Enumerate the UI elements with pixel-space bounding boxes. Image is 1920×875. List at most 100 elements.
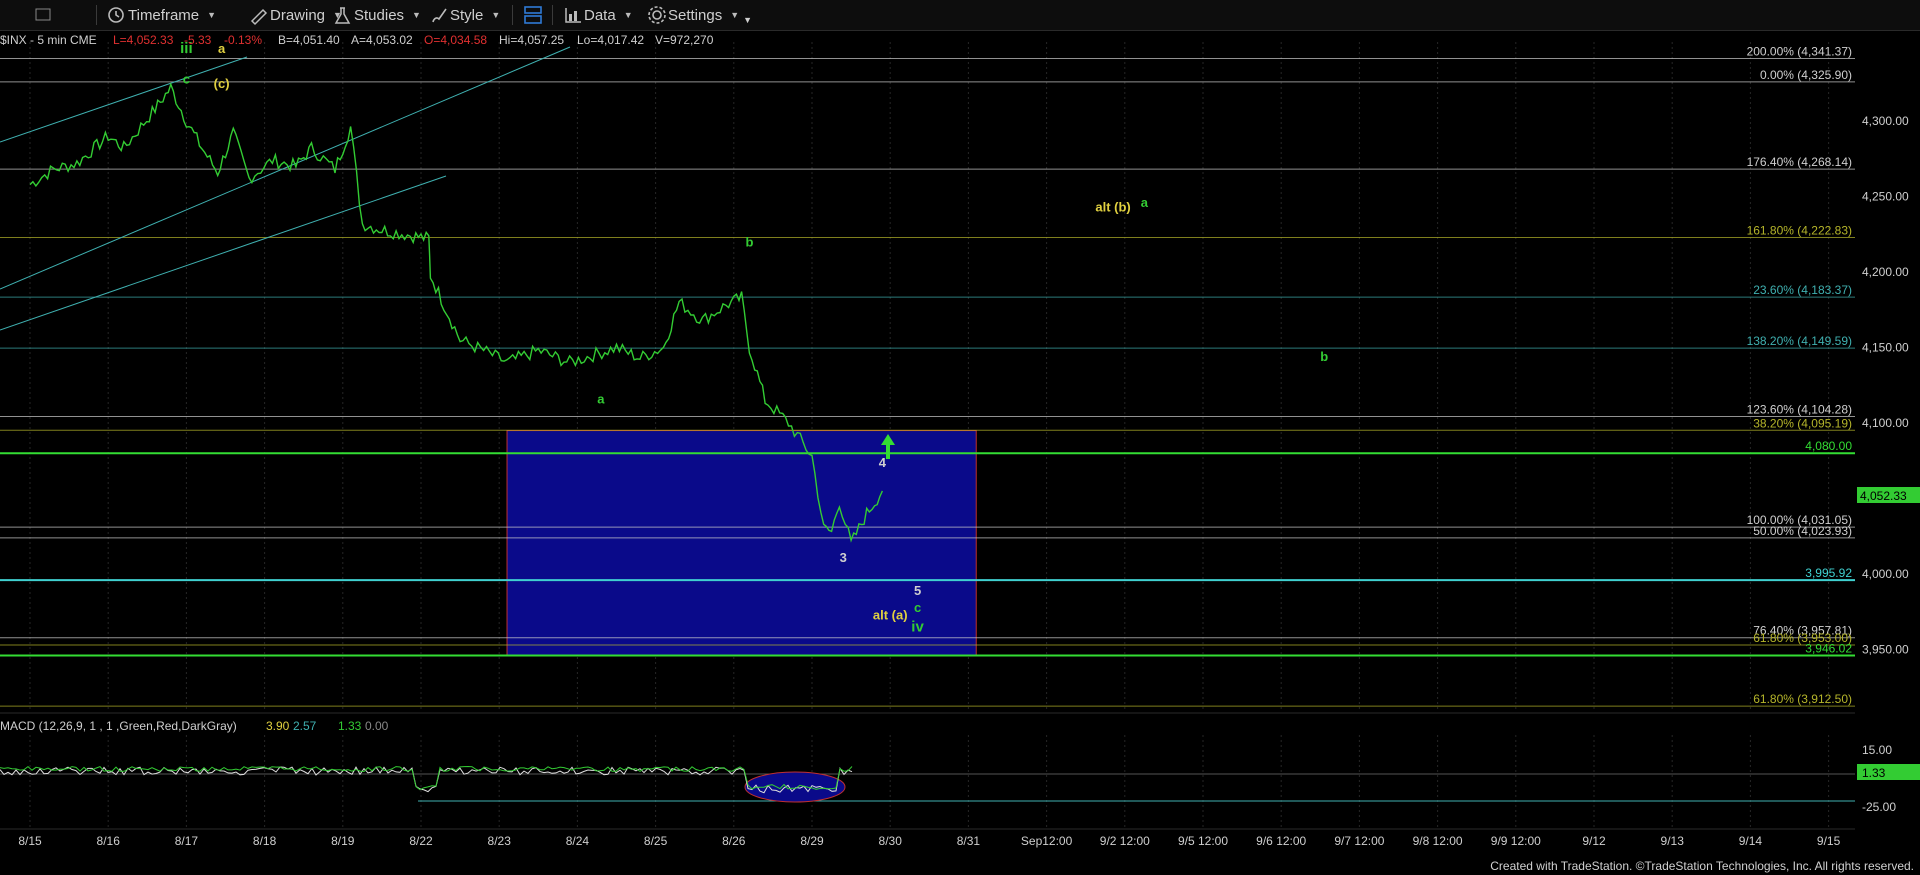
x-tick-label: 9/13 [1661,834,1685,848]
chevron-down-icon: ▼ [412,10,421,20]
pencil-icon [250,8,268,26]
chevron-down-icon: ▼ [207,10,217,20]
macd-value-4: 0.00 [365,719,389,733]
x-tick-label: 9/14 [1739,834,1763,848]
fib-label: 4,080.00 [1805,439,1852,453]
current-price-label: 4,052.33 [1860,489,1907,503]
volume-label: V=972,270 [655,33,714,47]
macd-value-1: 3.90 [266,719,290,733]
wave-label: b [745,234,753,249]
x-tick-label: 8/31 [957,834,981,848]
data-button[interactable]: Data ▼ [562,0,633,30]
x-tick-label: 9/6 12:00 [1256,834,1306,848]
gear-icon [648,6,666,24]
current-price-tag: 4,052.33 [1857,487,1920,503]
x-tick-label: 8/24 [566,834,590,848]
brush-icon [432,8,447,23]
data-label: Data [584,6,616,24]
fib-label: 161.80% (4,222.83) [1747,224,1852,238]
x-tick-label: 8/18 [253,834,277,848]
studies-button[interactable]: Studies ▼ [332,0,421,30]
change-pct-label: -0.13% [224,33,262,47]
bar-chart-icon [565,8,581,23]
wave-label: 4 [879,455,887,470]
fib-label: 138.20% (4,149.59) [1747,334,1852,348]
toolbar: Timeframe ▼ Drawing ▼ Studies ▼ Style ▼ Data… [0,0,1920,31]
fib-label: 200.00% (4,341.37) [1747,45,1852,59]
x-tick-label: 8/25 [644,834,668,848]
chevron-down-icon: ▼ [730,10,740,20]
x-tick-label: 8/29 [800,834,824,848]
y-tick-label: 3,950.00 [1862,643,1909,657]
x-tick-label: 8/26 [722,834,746,848]
x-tick-label: 8/30 [879,834,903,848]
wave-label: alt (b) [1095,200,1130,215]
y-tick-label: 4,000.00 [1862,567,1909,581]
low-label: Lo=4,017.42 [577,33,644,47]
timeframe-button[interactable]: Timeframe ▼ [106,0,216,30]
price-chart[interactable]: 200.00% (4,341.37) 0.00% (4,325.90) 176.40… [0,31,1920,875]
chevron-down-icon: ▼ [491,10,501,20]
fib-label: 123.60% (4,104.28) [1747,403,1852,417]
wave-label: a [597,391,605,406]
macd-value-2: 2.57 [293,719,317,733]
x-tick-label: Sep12:00 [1021,834,1073,848]
quote-header: $INX - 5 min CME L=4,052.33 -5.33 -0.13%… [0,33,714,47]
y-tick-label: 4,300.00 [1862,114,1909,128]
wave-label: 5 [914,583,921,598]
settings-button[interactable]: Settings ▼ ▼ [646,0,752,30]
ask-label: A=4,053.02 [351,33,413,47]
x-tick-label: 9/2 12:00 [1100,834,1150,848]
style-button[interactable]: Style ▼ [428,0,500,30]
wave-label: (c) [214,76,230,91]
fib-label: 38.20% (4,095.19) [1753,416,1852,430]
y-tick-label: 4,150.00 [1862,341,1909,355]
fib-label: 61.80% (3,912.50) [1753,692,1852,706]
x-tick-label: 8/19 [331,834,355,848]
macd-current-label: 1.33 [1862,766,1886,780]
clock-icon [108,7,124,23]
fib-label: 0.00% (4,325.90) [1760,68,1852,82]
price-axis: 4,300.00 4,250.00 4,200.00 4,150.00 4,100.00… [1862,114,1909,657]
macd-pane: MACD (12,26,9, 1 , 1 ,Green,Red,DarkGray… [0,719,1920,814]
layout-icon [524,6,542,24]
trend-channels [0,46,571,331]
fib-label: 23.60% (4,183.37) [1753,283,1852,297]
x-tick-label: 8/16 [97,834,121,848]
x-tick-label: 8/15 [18,834,42,848]
last-label: L=4,052.33 [113,33,174,47]
fib-label: 3,995.92 [1805,566,1852,580]
x-tick-label: 9/12 [1582,834,1606,848]
open-label: O=4,034.58 [424,33,487,47]
macd-label: MACD (12,26,9, 1 , 1 ,Green,Red,DarkGray… [0,719,237,733]
time-axis: 8/15 8/16 8/17 8/18 8/19 8/22 8/23 8/24 8/25 8/26… [18,834,1840,848]
drawing-button[interactable]: Drawing ▼ [248,0,342,30]
layout-button[interactable] [522,0,544,30]
x-tick-label: 9/8 12:00 [1413,834,1463,848]
macd-axis-bottom: -25.00 [1862,800,1896,814]
wave-label: b [1320,349,1328,364]
window-icon[interactable] [34,0,54,30]
y-tick-label: 4,100.00 [1862,416,1909,430]
chevron-down-icon: ▼ [623,10,633,20]
fib-label: 3,946.02 [1805,642,1852,656]
change-label: -5.33 [184,33,212,47]
wave-label: a [1141,195,1149,210]
timeframe-label: Timeframe [128,6,200,24]
x-tick-label: 9/7 12:00 [1334,834,1384,848]
high-label: Hi=4,057.25 [499,33,564,47]
wave-label: c [183,71,190,86]
wave-label: iv [911,618,924,635]
more-caret-icon[interactable]: ▼ [743,15,752,25]
symbol-label: $INX - 5 min CME [0,33,97,47]
drawing-label: Drawing [270,6,326,24]
macd-value-3: 1.33 [338,719,362,733]
wave-label: alt (a) [873,607,908,622]
x-tick-label: 9/9 12:00 [1491,834,1541,848]
settings-label: Settings [668,6,723,24]
x-tick-label: 9/5 12:00 [1178,834,1228,848]
x-tick-label: 9/15 [1817,834,1841,848]
y-tick-label: 4,250.00 [1862,190,1909,204]
x-tick-label: 8/23 [488,834,512,848]
studies-label: Studies [354,6,405,24]
